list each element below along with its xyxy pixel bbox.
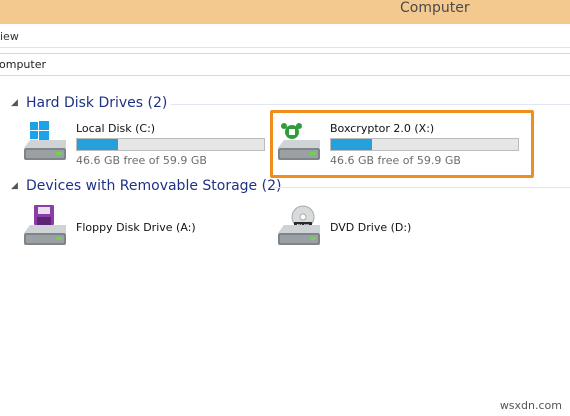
drive-name: Floppy Disk Drive (A:) bbox=[76, 221, 196, 234]
group-divider bbox=[171, 104, 570, 105]
floppy-drive-icon bbox=[24, 205, 66, 245]
highlight-box bbox=[270, 110, 534, 178]
title-bar[interactable]: Computer bbox=[0, 0, 570, 24]
drive-name: DVD Drive (D:) bbox=[330, 221, 412, 234]
window-title: Computer bbox=[400, 0, 470, 16]
drive-dvd-d[interactable]: DVD DVD Drive (D:) bbox=[276, 205, 521, 257]
tab-view[interactable]: iew bbox=[0, 30, 19, 43]
watermark: wsxdn.com bbox=[499, 399, 562, 412]
group-title: Devices with Removable Storage (2) bbox=[26, 178, 282, 194]
group-title: Hard Disk Drives (2) bbox=[26, 95, 168, 111]
explorer-window: Computer iew omputer ◢ Hard Disk Drives … bbox=[0, 0, 570, 416]
collapse-arrow-icon[interactable]: ◢ bbox=[11, 98, 18, 108]
drive-floppy-a[interactable]: Floppy Disk Drive (A:) bbox=[22, 205, 267, 257]
dvd-drive-icon: DVD bbox=[278, 205, 320, 245]
collapse-arrow-icon[interactable]: ◢ bbox=[11, 181, 18, 191]
drive-name: Local Disk (C:) bbox=[76, 122, 156, 135]
windows-drive-icon bbox=[24, 121, 66, 160]
group-divider bbox=[273, 187, 570, 188]
drive-free-space: 46.6 GB free of 59.9 GB bbox=[76, 154, 207, 167]
storage-usage-bar bbox=[76, 138, 265, 151]
address-bar[interactable]: omputer bbox=[0, 53, 570, 76]
drive-local-disk-c[interactable]: Local Disk (C:) 46.6 GB free of 59.9 GB bbox=[22, 120, 267, 172]
group-header-removable-storage[interactable]: ◢ Devices with Removable Storage (2) bbox=[11, 178, 570, 196]
storage-usage-fill bbox=[77, 139, 119, 150]
address-path: omputer bbox=[0, 58, 47, 71]
ribbon: iew bbox=[0, 24, 570, 48]
